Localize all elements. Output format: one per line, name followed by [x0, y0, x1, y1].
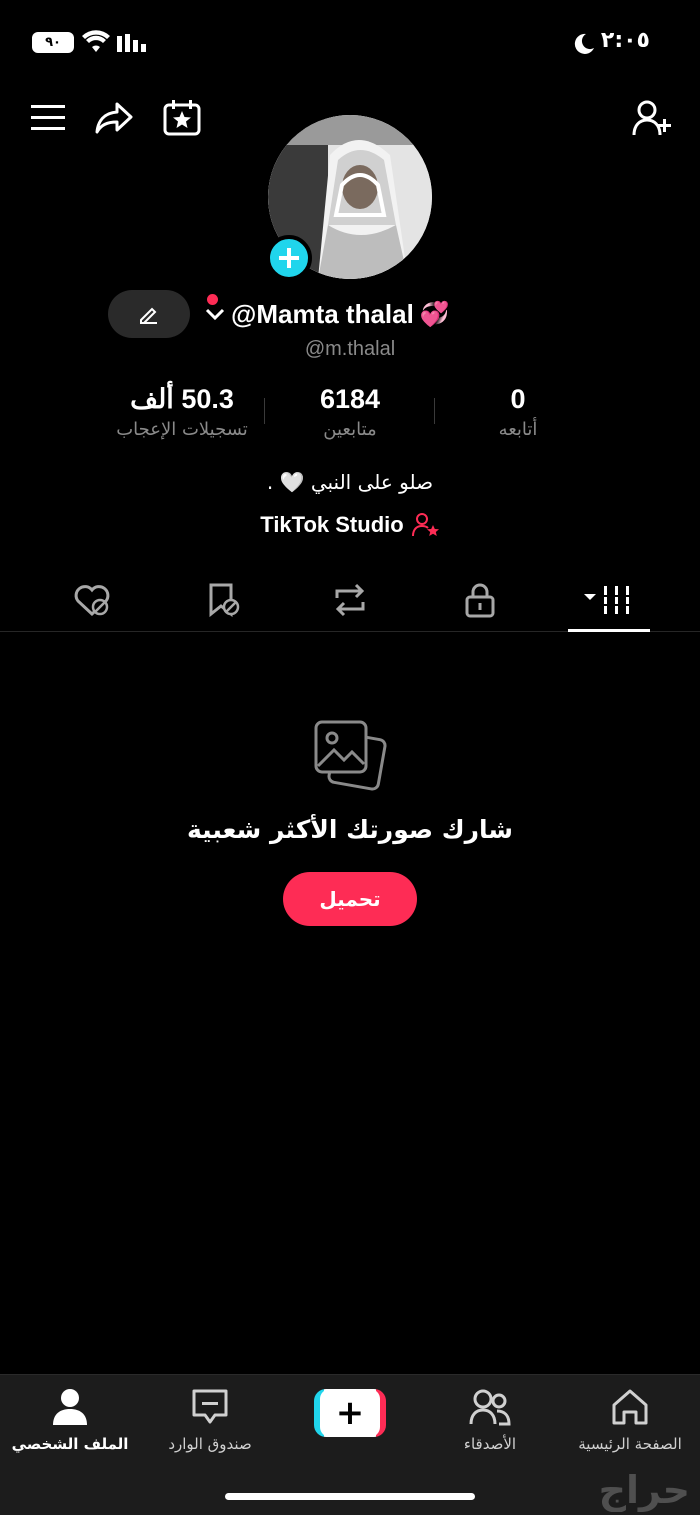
inbox-icon — [192, 1389, 228, 1424]
tab-liked[interactable] — [70, 578, 114, 622]
followers-label: متابعين — [323, 419, 377, 440]
likes-stat[interactable]: 50.3 ألف تسجيلات الإعجاب — [92, 384, 272, 440]
tiktok-studio-link[interactable]: TikTok Studio — [0, 512, 700, 538]
nav-inbox-label: صندوق الوارد — [168, 1435, 252, 1453]
moon-icon — [572, 32, 596, 60]
home-indicator — [225, 1493, 475, 1500]
status-time: ٢:٠٥ — [600, 28, 650, 53]
add-avatar-button[interactable] — [266, 235, 312, 281]
empty-state-title: شارك صورتك الأكثر شعبية — [186, 815, 514, 844]
wifi-icon — [82, 30, 110, 58]
haraj-watermark: حراج — [598, 1468, 690, 1512]
content-tabs — [0, 568, 700, 632]
friends-icon — [469, 1389, 511, 1426]
studio-label: TikTok Studio — [260, 512, 404, 537]
tab-private[interactable] — [458, 578, 502, 622]
nav-home[interactable]: الصفحة الرئيسية — [560, 1385, 700, 1455]
calendar-star-icon[interactable] — [162, 98, 202, 138]
following-count: 0 — [510, 384, 526, 414]
signal-icon — [117, 34, 151, 56]
likes-count: 50.3 ألف — [130, 384, 234, 414]
nav-friends[interactable]: الأصدقاء — [420, 1385, 560, 1455]
lock-icon — [465, 583, 495, 618]
nav-inbox[interactable]: صندوق الوارد — [140, 1385, 280, 1455]
create-button[interactable]: + — [314, 1389, 386, 1437]
edit-profile-button[interactable] — [108, 290, 190, 338]
tab-favorites[interactable] — [200, 578, 244, 622]
upload-button[interactable]: تحميل — [283, 872, 417, 926]
following-label: أتابعه — [498, 419, 538, 440]
home-icon — [612, 1389, 648, 1425]
battery-indicator: ٩٠ — [32, 32, 74, 53]
nav-profile-label: الملف الشخصي — [11, 1435, 129, 1453]
pencil-icon — [140, 307, 157, 324]
create-plus: + — [320, 1389, 380, 1437]
creator-star-icon — [411, 513, 439, 537]
repost-icon — [335, 583, 365, 617]
heart-emoji: 💞 — [419, 300, 450, 328]
followers-count: 6184 — [319, 384, 381, 414]
add-friend-icon[interactable] — [632, 98, 672, 138]
account-switcher[interactable]: @Mamta thalal 💞 — [205, 296, 505, 332]
username-handle: @m.thalal — [304, 338, 396, 360]
menu-icon[interactable] — [28, 98, 68, 138]
profile-bio: صلو على النبي 🤍 . — [266, 470, 434, 494]
liked-hidden-icon — [74, 585, 110, 617]
likes-label: تسجيلات الإعجاب — [116, 419, 248, 440]
share-icon[interactable] — [94, 98, 134, 138]
photos-icon — [310, 718, 390, 794]
nav-friends-label: الأصدقاء — [463, 1435, 517, 1453]
following-stat[interactable]: 0 أتابعه — [428, 384, 608, 440]
tab-reposts[interactable] — [328, 578, 372, 622]
active-tab-indicator — [568, 629, 650, 632]
nav-home-label: الصفحة الرئيسية — [578, 1435, 682, 1453]
tab-videos[interactable] — [582, 578, 638, 622]
followers-stat[interactable]: 6184 متابعين — [260, 384, 440, 440]
chevron-down-icon — [205, 308, 225, 321]
nav-profile[interactable]: الملف الشخصي — [0, 1385, 140, 1455]
bookmark-hidden-icon — [209, 583, 240, 618]
grid-icon — [584, 586, 632, 614]
display-name: @Mamta thalal — [231, 298, 414, 329]
profile-icon — [53, 1389, 87, 1425]
